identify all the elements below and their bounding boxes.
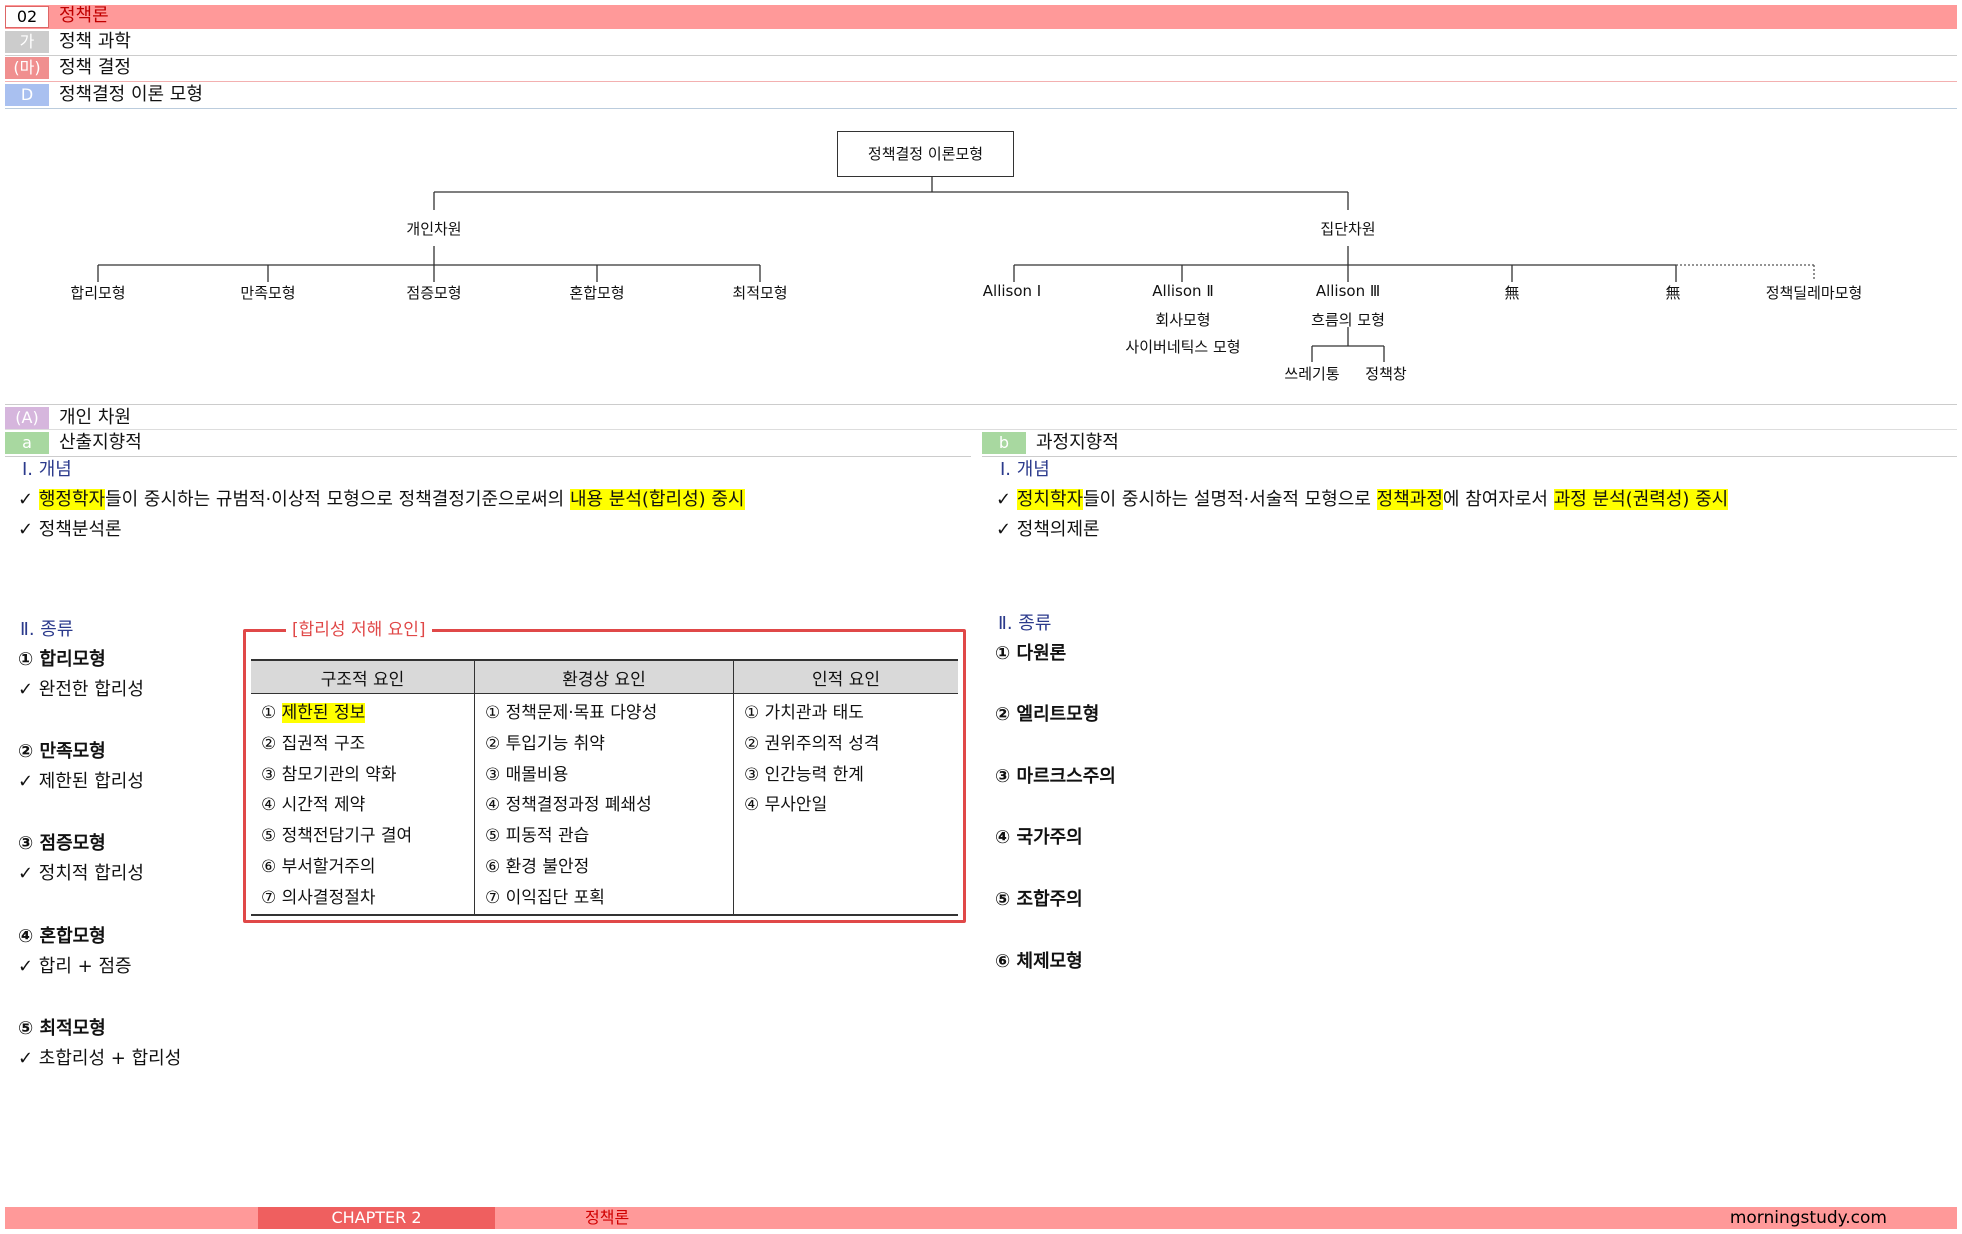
left-kind-5-desc: ✓ 초합리성 + 합리성 [18, 1048, 182, 1069]
left-kind-4-desc: ✓ 합리 + 점증 [18, 956, 132, 977]
right-kind-3: ③ 마르크스주의 [995, 766, 1116, 787]
left-kind-2-title: ② 만족모형 [18, 741, 106, 762]
left-kind-1-desc: ✓ 완전한 합리성 [18, 679, 144, 700]
factors-header-human: 인적 요인 [733, 659, 958, 694]
rationality-factors-box: [합리성 저해 요인] 구조적 요인 환경상 요인 인적 요인 ① 제한된 정보… [243, 618, 966, 923]
right-sub-header: b 과정지향적 [982, 432, 1957, 457]
factor-environmental-2: ② 투입기능 취약 [485, 733, 605, 754]
tree-root-label: 정책결정 이론모형 [867, 145, 984, 163]
right-concept-line-1: ✓ 정치학자들이 중시하는 설명적·서술적 모형으로 정책과정에 참여자로서 과… [996, 489, 1729, 510]
left-concept-heading: Ⅰ. 개념 [22, 459, 72, 480]
tree-leaf-allison1: Allison Ⅰ [982, 282, 1042, 300]
highlight-political-scientists: 정치학자 [1016, 489, 1084, 510]
right-sub-tag: b [982, 432, 1026, 454]
tree-leaf-dilemma: 정책딜레마모형 [1765, 284, 1863, 302]
highlight-admin-scholars: 행정학자 [38, 489, 106, 510]
factors-environmental-list: ① 정책문제·목표 다양성 ② 투입기능 취약 ③ 매몰비용 ④ 정책결정과정 … [474, 693, 734, 916]
tree-leaf-incremental: 점증모형 [406, 284, 462, 302]
policy-model-tree: 정책결정 이론모형 개인차원 집단차원 합리모형 만족모형 점증모형 혼합모형 … [0, 0, 1962, 400]
tree-node-individual: 개인차원 [406, 220, 462, 238]
left-sub-tag: a [5, 432, 49, 454]
tree-node-group: 집단차원 [1320, 220, 1376, 238]
factor-environmental-5: ⑤ 피동적 관습 [485, 826, 590, 847]
factor-human-4: ④ 무사안일 [744, 795, 828, 816]
rationality-factors-table: 구조적 요인 환경상 요인 인적 요인 ① 제한된 정보 ② 집권적 구조 ③ … [251, 659, 958, 916]
tree-leaf-satisficing: 만족모형 [240, 284, 296, 302]
footer-chapter: CHAPTER 2 [258, 1207, 495, 1229]
left-kind-1-title: ① 합리모형 [18, 649, 106, 670]
tree-leaf-none-2: 無 [1665, 284, 1681, 302]
factors-human-list: ① 가치관과 태도 ② 권위주의적 성격 ③ 인간능력 한계 ④ 무사안일 [733, 693, 958, 916]
factor-environmental-3: ③ 매몰비용 [485, 764, 569, 785]
factor-environmental-6: ⑥ 환경 불안정 [485, 856, 590, 877]
left-concept-line-1: ✓ 행정학자들이 중시하는 규범적·이상적 모형으로 정책결정기준으로써의 내용… [18, 489, 745, 510]
factor-human-3: ③ 인간능력 한계 [744, 764, 864, 785]
left-kind-5-title: ⑤ 최적모형 [18, 1018, 106, 1039]
right-concept-line-2: ✓ 정책의제론 [996, 519, 1100, 540]
tree-leaf-none-1: 無 [1504, 284, 1520, 302]
tree-root-box: 정책결정 이론모형 [837, 131, 1014, 177]
factor-environmental-7: ⑦ 이익집단 포획 [485, 887, 605, 908]
highlight-limited-info: 제한된 정보 [281, 703, 366, 723]
factor-structural-3: ③ 참모기관의 약화 [261, 764, 397, 785]
section-a-tag: (A) [5, 407, 49, 429]
right-concept-heading: Ⅰ. 개념 [1000, 459, 1050, 480]
right-kind-5: ⑤ 조합주의 [995, 889, 1083, 910]
highlight-process-analysis: 과정 분석(권력성) 중시 [1553, 489, 1729, 510]
factor-structural-1: ① 제한된 정보 [261, 703, 366, 723]
tree-connectors [97, 177, 1815, 362]
right-kind-6: ⑥ 체제모형 [995, 951, 1083, 972]
tree-leaf-firm-model: 회사모형 [1155, 311, 1211, 329]
footer-site: morningstudy.com [1729, 1208, 1887, 1228]
footer-bar: CHAPTER 2 정책론 morningstudy.com [5, 1207, 1957, 1229]
factor-human-1: ① 가치관과 태도 [744, 703, 864, 723]
factor-human-2: ② 권위주의적 성격 [744, 733, 880, 754]
left-kind-3-title: ③ 점증모형 [18, 833, 106, 854]
highlight-policy-process: 정책과정 [1376, 489, 1443, 510]
left-sub-title: 산출지향적 [59, 432, 142, 453]
tree-leaf-optimal: 최적모형 [732, 284, 788, 302]
factor-structural-5: ⑤ 정책전담기구 결여 [261, 826, 413, 847]
right-kind-4: ④ 국가주의 [995, 827, 1083, 848]
factors-header-structural: 구조적 요인 [251, 659, 475, 694]
section-a-title: 개인 차원 [59, 407, 131, 428]
tree-leaf-cybernetics: 사이버네틱스 모형 [1125, 338, 1241, 356]
right-sub-title: 과정지향적 [1036, 432, 1119, 453]
tree-leaf-policy-window: 정책창 [1365, 365, 1407, 383]
factor-structural-2: ② 집권적 구조 [261, 733, 366, 754]
left-kinds-heading: Ⅱ. 종류 [20, 619, 74, 640]
left-sub-header: a 산출지향적 [5, 432, 971, 457]
tree-leaf-garbage-can: 쓰레기통 [1284, 365, 1340, 383]
tree-leaf-mixed: 혼합모형 [569, 284, 625, 302]
right-kinds-heading: Ⅱ. 종류 [998, 613, 1052, 634]
factor-environmental-4: ④ 정책결정과정 폐쇄성 [485, 795, 652, 816]
rationality-factors-title: [합리성 저해 요인] [286, 618, 432, 642]
factors-header-environmental: 환경상 요인 [474, 659, 734, 694]
right-kind-1: ① 다원론 [995, 643, 1067, 664]
right-kind-2: ② 엘리트모형 [995, 704, 1100, 725]
factor-structural-4: ④ 시간적 제약 [261, 795, 366, 816]
factor-environmental-1: ① 정책문제·목표 다양성 [485, 703, 658, 723]
footer-title: 정책론 [585, 1208, 630, 1227]
factor-structural-7: ⑦ 의사결정절차 [261, 887, 376, 908]
left-kind-2-desc: ✓ 제한된 합리성 [18, 771, 144, 792]
left-concept-line-2: ✓ 정책분석론 [18, 519, 122, 540]
left-kind-3-desc: ✓ 정치적 합리성 [18, 863, 144, 884]
factor-structural-6: ⑥ 부서할거주의 [261, 856, 376, 877]
highlight-content-analysis: 내용 분석(합리성) 중시 [569, 489, 745, 510]
factors-structural-list: ① 제한된 정보 ② 집권적 구조 ③ 참모기관의 약화 ④ 시간적 제약 ⑤ … [251, 693, 475, 916]
tree-leaf-allison2: Allison Ⅱ [1152, 282, 1214, 300]
section-a-header: (A) 개인 차원 [5, 404, 1957, 430]
tree-leaf-stream-model: 흐름의 모형 [1311, 311, 1385, 329]
left-kind-4-title: ④ 혼합모형 [18, 926, 106, 947]
tree-leaf-allison3: Allison Ⅲ [1315, 282, 1381, 300]
tree-leaf-rational: 합리모형 [70, 284, 126, 302]
